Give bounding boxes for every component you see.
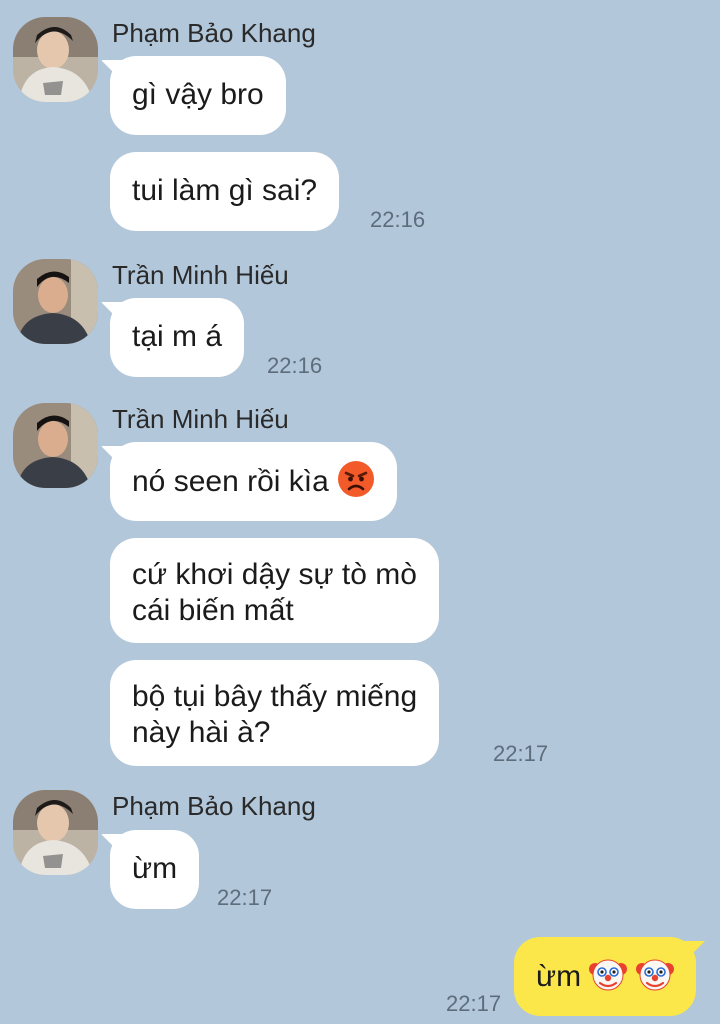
message-text: này hài à?	[132, 716, 271, 749]
sender-name: Trần Minh Hiếu	[112, 260, 289, 290]
message-bubble[interactable]: cứ khơi dậy sự tò mò cái biến mất	[110, 538, 439, 643]
message-text: tại m á	[132, 320, 223, 353]
avatar-pham-bao-khang[interactable]	[13, 17, 98, 102]
chat-window: Phạm Bảo Khang gì vậy bro tui làm gì sai…	[0, 0, 720, 1024]
avatar-photo-icon	[13, 17, 98, 102]
message-text: ừm	[132, 852, 178, 885]
avatar-photo-icon	[13, 403, 98, 488]
avatar-tran-minh-hieu[interactable]	[13, 403, 98, 488]
message-bubble[interactable]: tại m á	[110, 298, 245, 377]
message-bubble[interactable]: bộ tụi bây thấy miếng này hài à?	[110, 660, 440, 766]
angry-face-icon	[337, 460, 375, 498]
message-bubble[interactable]: tui làm gì sai?	[110, 152, 340, 231]
outgoing-message-bubble[interactable]: ừm	[514, 937, 696, 1016]
message-timestamp: 22:17	[217, 885, 273, 910]
sender-name: Phạm Bảo Khang	[112, 791, 316, 821]
avatar-photo-icon	[13, 259, 98, 344]
message-timestamp: 22:16	[370, 207, 426, 232]
message-bubble[interactable]: ừm	[110, 830, 200, 909]
message-text: bộ tụi bây thấy miếng	[132, 680, 418, 713]
avatar-tran-minh-hieu[interactable]	[13, 259, 98, 344]
clown-face-icon	[635, 955, 674, 993]
message-timestamp: 22:17	[446, 991, 502, 1016]
message-text: nó seen rồi kìa	[132, 465, 329, 499]
sender-name: Trần Minh Hiếu	[112, 404, 289, 434]
message-bubble[interactable]: nó seen rồi kìa	[110, 442, 398, 521]
message-timestamp: 22:16	[267, 353, 323, 378]
message-text: gì vậy bro	[132, 78, 264, 111]
avatar-photo-icon	[13, 790, 98, 875]
message-text: tui làm gì sai?	[132, 174, 318, 207]
message-text: cứ khơi dậy sự tò mò	[132, 558, 417, 591]
clown-face-icon	[589, 955, 628, 993]
message-bubble[interactable]: gì vậy bro	[110, 56, 286, 135]
message-text: cái biến mất	[132, 594, 294, 627]
avatar-pham-bao-khang[interactable]	[13, 790, 98, 875]
message-timestamp: 22:17	[493, 741, 549, 766]
message-text: ừm	[536, 960, 582, 994]
sender-name: Phạm Bảo Khang	[112, 18, 316, 48]
